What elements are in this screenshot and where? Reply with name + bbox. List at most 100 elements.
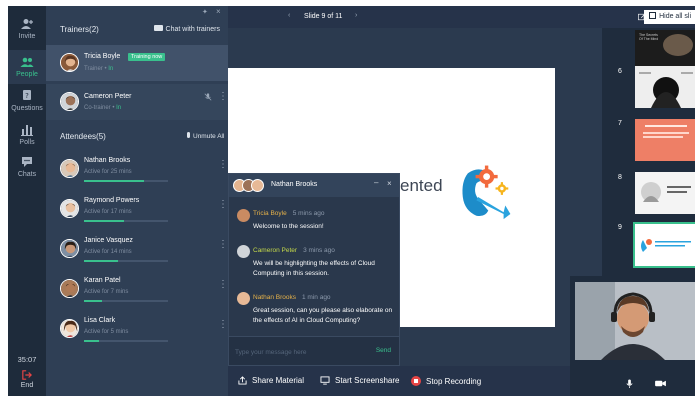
attendee-status: Active for 7 mins: [84, 289, 129, 295]
message-author-name: Cameron Peter: [253, 247, 298, 254]
slide-thumbnail[interactable]: [635, 172, 695, 214]
attendee-status: Active for 25 mins: [84, 169, 132, 175]
more-options-icon[interactable]: ⋮: [218, 240, 228, 250]
stop-recording-button[interactable]: Stop Recording: [411, 376, 481, 386]
mic-off-icon[interactable]: [204, 93, 212, 101]
trainer-row[interactable]: Cameron Peter Co-trainer • In ⋮: [46, 84, 228, 120]
share-material-button[interactable]: Share Material: [238, 376, 304, 385]
slide-title-text: ented: [400, 176, 443, 195]
nav-chats[interactable]: Chats: [8, 156, 46, 178]
avatar: [60, 92, 79, 111]
slide-thumbnail[interactable]: [635, 66, 695, 108]
next-slide-button[interactable]: ›: [355, 12, 357, 19]
chat-header: Nathan Brooks – ×: [229, 174, 399, 197]
more-options-icon[interactable]: ⋮: [218, 320, 228, 330]
thumbnail-number: 9: [618, 224, 622, 231]
more-options-icon[interactable]: ⋮: [218, 200, 228, 210]
send-button[interactable]: Send: [376, 347, 391, 354]
nav-invite[interactable]: Invite: [8, 18, 46, 40]
stop-recording-label: Stop Recording: [426, 377, 482, 386]
participants-panel: ✦ × Trainers(2) Chat with trainers Trici…: [46, 6, 228, 396]
activity-bar: [84, 180, 168, 182]
slide-thumbnail-selected[interactable]: [633, 222, 695, 268]
thumbnail-text-line: [643, 132, 689, 134]
attendee-row[interactable]: Janice Vasquez Active for 14 mins ⋮: [46, 236, 228, 276]
chat-with-trainers-button[interactable]: Chat with trainers: [153, 25, 220, 33]
message-author-name: Tricia Boyle: [253, 210, 287, 217]
trainer-status: Trainer • In: [84, 66, 114, 72]
chat-compose: Send: [229, 336, 399, 365]
attendee-name: Janice Vasquez: [84, 237, 133, 244]
nav-questions[interactable]: ? Questions: [8, 90, 46, 112]
message-input[interactable]: [235, 346, 355, 358]
attendee-name: Raymond Powers: [84, 197, 140, 204]
chat-popup: Nathan Brooks – × Tricia Boyle 5 mins ago…: [228, 173, 400, 366]
thumbnail-image: [639, 72, 693, 108]
add-user-icon: [21, 19, 33, 29]
avatar: [60, 199, 79, 218]
more-options-icon[interactable]: ⋮: [218, 280, 228, 290]
nav-people[interactable]: People: [8, 50, 46, 84]
attendee-row[interactable]: Lisa Clark Active for 5 mins ⋮: [46, 316, 228, 356]
message-time: 1 min ago: [302, 294, 331, 301]
more-options-icon[interactable]: ⋮: [218, 92, 228, 102]
unmute-all-button[interactable]: Unmute All: [187, 132, 224, 140]
end-label: End: [20, 382, 34, 389]
avatar: [60, 239, 79, 258]
activity-bar-fill: [84, 300, 103, 302]
start-screenshare-button[interactable]: Start Screenshare: [320, 376, 399, 385]
attendee-row[interactable]: Raymond Powers Active for 17 mins ⋮: [46, 196, 228, 236]
unmute-all-label: Unmute All: [193, 133, 225, 140]
minimize-icon[interactable]: –: [374, 178, 378, 187]
previous-slide-button[interactable]: ‹: [288, 12, 290, 19]
trainer-row[interactable]: Tricia Boyle Training now Trainer • In: [46, 45, 228, 81]
message-author: Nathan Brooks 1 min ago: [253, 294, 331, 301]
message-author: Cameron Peter 3 mins ago: [253, 247, 335, 254]
thumbnail-number: 8: [618, 174, 622, 181]
message-author: Tricia Boyle 5 mins ago: [253, 210, 325, 217]
svg-text:?: ?: [25, 92, 29, 100]
microphone-icon: [187, 132, 190, 138]
share-material-label: Share Material: [252, 376, 305, 385]
nav-polls[interactable]: Polls: [8, 124, 46, 146]
webcam-feed: [575, 282, 695, 360]
attendee-status: Active for 14 mins: [84, 249, 132, 255]
avatar: [237, 292, 250, 305]
chat-icon: [153, 25, 163, 31]
close-icon[interactable]: ×: [387, 179, 392, 188]
slide-thumbnails: The Secrets Of The Mind 6 7 8 9: [602, 28, 695, 276]
avatar: [237, 209, 250, 222]
hide-all-label: Hide all sli: [659, 13, 691, 20]
slide-thumbnail[interactable]: [635, 119, 695, 161]
pin-icon[interactable]: ✦: [202, 8, 208, 16]
exit-icon: [22, 370, 32, 380]
question-icon: ?: [23, 90, 31, 100]
attendees-heading: Attendees(5): [60, 132, 106, 141]
slide-counter: Slide 9 of 11: [304, 13, 343, 20]
close-panel-icon[interactable]: ×: [216, 7, 221, 16]
trainer-status: Co-trainer • In: [84, 105, 122, 111]
trainer-name: Tricia Boyle: [84, 53, 121, 60]
share-icon: [238, 376, 247, 385]
nav-people-label: People: [16, 71, 38, 78]
activity-bar: [84, 340, 168, 342]
training-now-badge: Training now: [128, 53, 166, 61]
nav-chats-label: Chats: [17, 171, 37, 178]
activity-bar-fill: [84, 260, 118, 262]
more-options-icon[interactable]: ⋮: [218, 160, 228, 170]
chat-with-trainers-label: Chat with trainers: [165, 26, 220, 33]
nav-questions-label: Questions: [11, 105, 43, 112]
hide-all-slides-button[interactable]: Hide all sli: [644, 10, 695, 24]
microphone-icon[interactable]: [625, 379, 634, 388]
attendee-row[interactable]: Karan Patel Active for 7 mins ⋮: [46, 276, 228, 316]
avatar: [60, 319, 79, 338]
avatar: [60, 279, 79, 298]
message-text: Great session, can you please also elabo…: [253, 307, 393, 324]
thumbnail-image: [641, 182, 691, 202]
camera-icon[interactable]: [655, 379, 666, 388]
attendee-row[interactable]: Nathan Brooks Active for 25 mins ⋮: [46, 156, 228, 196]
end-session-button[interactable]: End: [8, 370, 46, 389]
hide-slides-icon: [649, 12, 657, 19]
avatar: [237, 245, 250, 258]
activity-bar-fill: [84, 340, 100, 342]
